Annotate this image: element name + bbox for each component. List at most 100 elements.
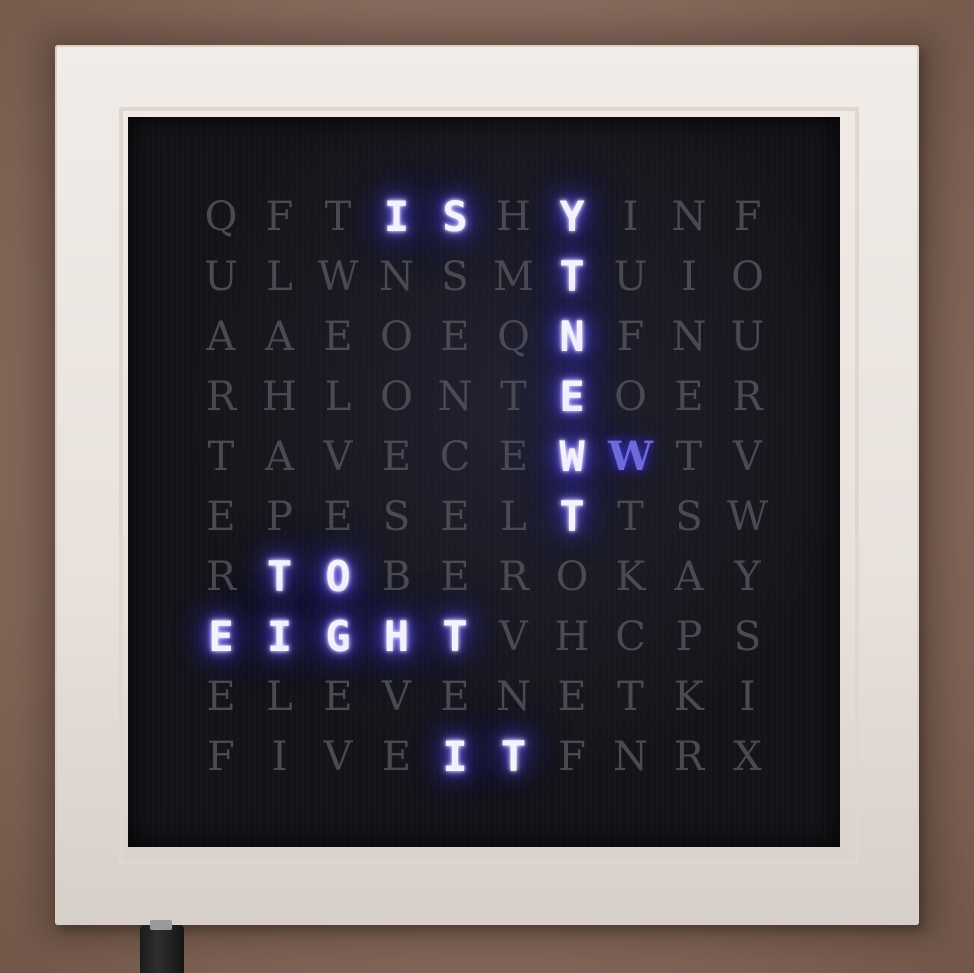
clock-letter: T [559, 492, 585, 541]
clock-letter: E [206, 674, 236, 720]
clock-letter: R [673, 734, 705, 780]
clock-letter: E [498, 434, 529, 480]
clock-letter: H [554, 614, 590, 660]
clock-letter: O [731, 254, 764, 300]
clock-letter: S [442, 192, 468, 241]
clock-letter: Y [734, 554, 761, 600]
clock-letter: E [323, 314, 353, 360]
clock-letter: R [732, 374, 763, 420]
clock-letter: U [730, 314, 765, 360]
clock-letter: P [266, 494, 293, 540]
clock-letter: H [262, 374, 297, 420]
clock-letter: U [613, 254, 648, 300]
clock-letter: I [271, 734, 288, 780]
clock-letter: F [558, 734, 586, 780]
clock-letter: T [559, 252, 585, 301]
clock-letter: N [379, 254, 414, 300]
clock-letter: W [317, 254, 359, 300]
clock-letter: T [500, 732, 527, 781]
clock-letter: T [617, 494, 644, 540]
clock-letter: E [557, 674, 587, 720]
clock-letter: R [205, 554, 237, 600]
clock-letter: N [496, 674, 531, 720]
clock-letter: L [266, 254, 293, 300]
clock-letter: O [614, 374, 647, 420]
clock-letter: T [266, 552, 293, 601]
clock-letter: E [323, 674, 353, 720]
clock-letter: E [381, 734, 412, 780]
clock-letter: A [674, 554, 704, 600]
clock-letter: C [439, 434, 471, 480]
clock-letter: E [440, 554, 470, 600]
clock-letter: M [493, 254, 534, 300]
clock-letter: T [207, 434, 235, 480]
clock-letter: I [266, 612, 293, 661]
clock-letter: F [207, 734, 235, 780]
clock-letter: K [615, 554, 646, 600]
clock-letter: O [380, 374, 413, 420]
clock-letter: S [382, 494, 411, 540]
clock-letter: T [442, 612, 468, 661]
clock-letter: S [733, 614, 762, 660]
clock-letter: F [733, 194, 762, 240]
clock-letter: V [499, 614, 528, 660]
clock-letter: E [674, 374, 704, 420]
clock-letter: E [440, 314, 470, 360]
clock-letter: B [381, 554, 412, 600]
clock-letter: E [323, 494, 353, 540]
word-clock-face: QFTISHYINFULWNSMTUIOAAEOEQNFNURHLONTEOER… [128, 117, 840, 847]
clock-letter: V [323, 434, 353, 480]
clock-letter: N [613, 734, 648, 780]
clock-letter: I [383, 192, 410, 241]
clock-letter: A [265, 434, 294, 480]
clock-letter: O [380, 314, 413, 360]
clock-letter: T [500, 374, 527, 420]
power-cable [140, 925, 184, 973]
clock-letter: E [206, 494, 236, 540]
clock-letter: N [559, 312, 585, 361]
clock-letter: W [559, 432, 585, 481]
clock-letter: L [500, 494, 527, 540]
clock-letter: R [498, 554, 529, 600]
clock-letter: I [442, 732, 468, 781]
clock-letter: I [739, 674, 756, 720]
clock-letter: L [266, 674, 293, 720]
clock-letter: T [324, 194, 352, 240]
clock-letter: X [733, 734, 762, 780]
clock-letter: P [675, 614, 703, 660]
clock-letter: E [440, 674, 470, 720]
clock-letter: N [437, 374, 473, 420]
clock-letter: W [608, 433, 653, 480]
clock-letter: W [726, 494, 769, 540]
clock-letter: V [323, 734, 353, 780]
clock-letter: O [555, 554, 589, 600]
clock-letter: Q [204, 194, 238, 240]
clock-letter: R [205, 374, 237, 420]
clock-letter: K [674, 674, 704, 720]
clock-letter: E [208, 612, 234, 661]
clock-letter: A [265, 314, 294, 360]
clock-letter: E [559, 372, 585, 421]
clock-letter: G [325, 612, 351, 661]
clock-letter: V [733, 434, 762, 480]
clock-letter: E [381, 434, 412, 480]
clock-letter: H [496, 194, 531, 240]
clock-letter: F [265, 194, 294, 240]
clock-letter: A [206, 314, 236, 360]
clock-letter: Y [559, 192, 585, 241]
clock-letter: H [383, 612, 410, 661]
clock-letter: V [382, 674, 411, 720]
clock-letter: E [440, 494, 470, 540]
clock-letter: I [622, 194, 639, 240]
clock-letter: N [671, 194, 707, 240]
clock-letter: T [675, 434, 703, 480]
clock-letter: N [671, 314, 707, 360]
clock-letter: U [204, 254, 238, 300]
clock-letter: I [681, 254, 697, 300]
clock-letter: C [615, 614, 646, 660]
cable-connector [150, 920, 172, 930]
clock-letter: S [675, 494, 703, 540]
clock-letter: F [616, 314, 645, 360]
clock-letter: T [617, 674, 644, 720]
clock-letter: Q [497, 314, 530, 360]
